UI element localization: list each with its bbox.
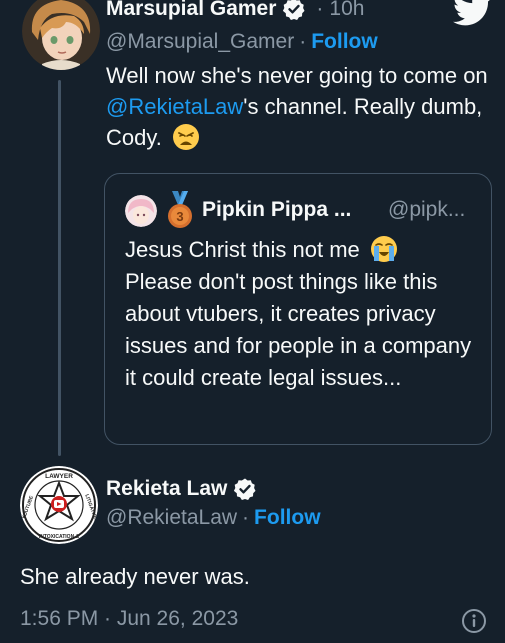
- logo-text-bottom: INTOXICATION &: [39, 534, 80, 540]
- handle-separator: ·: [299, 30, 307, 53]
- tweet-text: She already never was.: [20, 564, 250, 589]
- mention-link[interactable]: @RekietaLaw: [106, 94, 243, 119]
- thread-connector-line: [58, 80, 61, 456]
- handle-separator: ·: [242, 506, 250, 529]
- user-handle[interactable]: @Marsupial_Gamer: [106, 30, 294, 53]
- pink-hair-avatar-icon: [125, 195, 157, 227]
- display-name[interactable]: Rekieta Law: [106, 477, 227, 501]
- logo-text-top: LAWYER: [45, 473, 73, 480]
- twitter-bird-icon[interactable]: [453, 0, 493, 28]
- quote-text: Jesus Christ this not me Please don't po…: [125, 234, 480, 394]
- loudly-crying-face-emoji-icon: [370, 236, 397, 262]
- quote-text-body: Please don't post things like this about…: [125, 269, 472, 390]
- display-name[interactable]: Marsupial Gamer: [106, 0, 276, 21]
- avatar[interactable]: [22, 0, 100, 70]
- follow-button[interactable]: Follow: [311, 30, 378, 53]
- tweet-text: Well now she's never going to come on @R…: [106, 60, 496, 153]
- avatar[interactable]: LAWYER YOUTUBE LITIGATION INTOXICATION &: [20, 466, 98, 544]
- tweet-time[interactable]: 10h: [329, 0, 364, 21]
- tweet1-header: Marsupial Gamer · 10h: [106, 0, 364, 24]
- tweet1-handle-row: @Marsupial_Gamer · Follow: [106, 30, 378, 54]
- user-handle[interactable]: @RekietaLaw: [106, 506, 237, 529]
- quote-avatar: [125, 195, 157, 227]
- quoted-tweet[interactable]: 3 Pipkin Pippa ... @pipk... Jesus Christ…: [104, 173, 492, 445]
- tweet-text-part: Well now she's never going to come on: [106, 63, 488, 88]
- tweet-timestamp[interactable]: 1:56 PM · Jun 26, 2023: [20, 607, 238, 631]
- quote-user-handle: @pipk...: [388, 198, 466, 221]
- time-separator: ·: [316, 0, 324, 20]
- quote-display-name: Pipkin Pippa ...: [202, 198, 352, 221]
- rekieta-law-logo-icon: LAWYER YOUTUBE LITIGATION INTOXICATION &: [20, 466, 98, 544]
- verified-badge-icon: [283, 0, 305, 20]
- tweet2-header: Rekieta Law: [106, 474, 257, 504]
- anime-avatar-icon: [22, 0, 100, 70]
- follow-button[interactable]: Follow: [254, 506, 321, 529]
- medal-3-icon: 3: [168, 191, 192, 228]
- info-icon[interactable]: [461, 608, 487, 634]
- verified-badge-icon: [234, 478, 256, 500]
- tweet2-handle-row: @RekietaLaw · Follow: [106, 506, 321, 530]
- svg-text:3: 3: [176, 209, 183, 224]
- weary-face-emoji-icon: [172, 124, 199, 150]
- quote-text-line1: Jesus Christ this not me: [125, 237, 360, 262]
